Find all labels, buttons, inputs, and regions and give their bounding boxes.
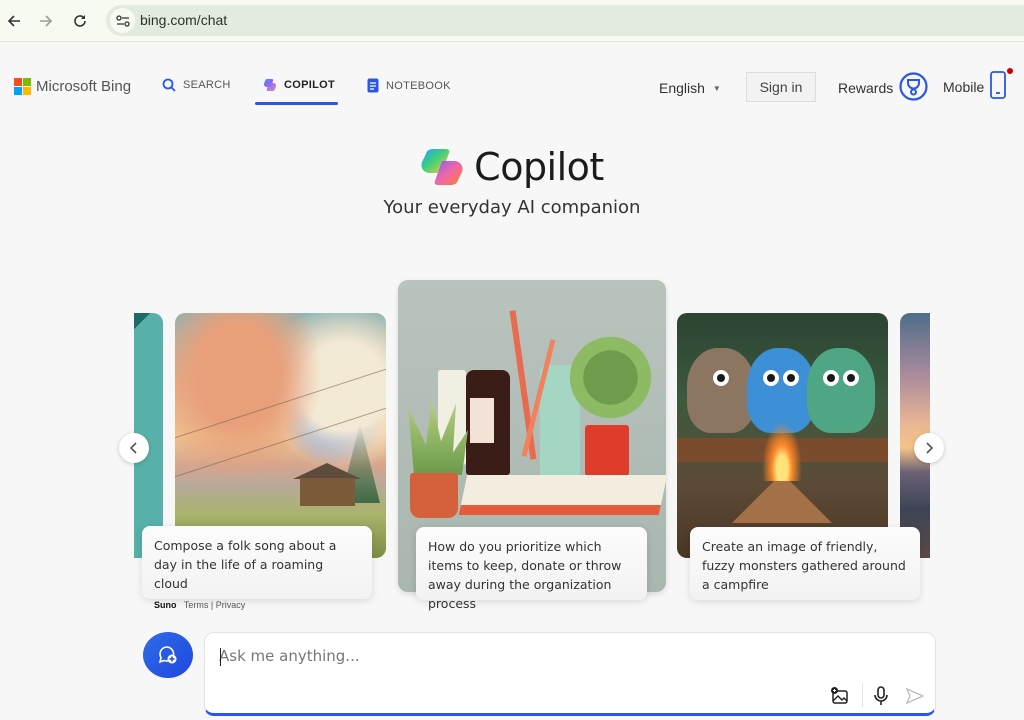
tab-notebook[interactable]: NOTEBOOK — [367, 78, 451, 93]
rewards-trophy-icon[interactable] — [899, 72, 928, 101]
prompt-card[interactable]: How do you prioritize which items to kee… — [416, 527, 647, 611]
arrow-right-icon — [40, 15, 53, 27]
prompt-text: Create an image of friendly, fuzzy monst… — [702, 539, 906, 592]
tab-copilot[interactable]: COPILOT — [263, 78, 335, 92]
prompt-card[interactable]: Compose a folk song about a day in the l… — [142, 526, 372, 610]
new-chat-icon — [158, 646, 177, 664]
microphone-icon — [874, 686, 888, 705]
carousel-card-image[interactable] — [677, 313, 888, 558]
send-button[interactable] — [904, 685, 926, 707]
copilot-icon — [263, 78, 277, 92]
brand-name: Microsoft Bing — [36, 78, 132, 95]
site-header: Microsoft Bing SEARCH COPILOT NOTEBOOK E… — [0, 43, 1024, 108]
pot-graphic — [410, 473, 458, 518]
reload-icon — [74, 15, 86, 27]
rewards-link[interactable]: Rewards — [838, 80, 893, 96]
mobile-link[interactable]: Mobile — [943, 79, 984, 95]
monster-graphic — [807, 348, 875, 433]
bing-logo[interactable]: Microsoft Bing — [14, 78, 131, 95]
microphone-button[interactable] — [870, 685, 892, 707]
active-tab-indicator — [255, 102, 338, 105]
chat-composer — [204, 632, 936, 716]
plant-graphic — [563, 330, 658, 425]
search-icon — [162, 78, 176, 92]
house-graphic — [300, 478, 355, 506]
send-icon — [906, 688, 924, 704]
fire-graphic — [762, 421, 802, 481]
microsoft-logo-icon — [14, 78, 31, 95]
copilot-logo-icon — [421, 149, 463, 185]
separator: | — [210, 600, 214, 610]
browser-toolbar: bing.com/chat — [0, 0, 1024, 42]
tab-label: NOTEBOOK — [386, 79, 451, 92]
notebook-icon — [367, 78, 379, 93]
chat-input[interactable] — [219, 647, 819, 665]
carousel-next-button[interactable] — [914, 433, 944, 463]
tune-icon — [115, 14, 130, 27]
toolbar-divider — [862, 683, 863, 707]
suno-brand: Suno — [154, 600, 177, 610]
language-label: English — [659, 80, 705, 96]
text-cursor — [220, 648, 221, 666]
site-info-button[interactable] — [110, 8, 135, 33]
book-graphic — [458, 475, 666, 515]
language-selector[interactable]: English ▼ — [659, 80, 721, 96]
bottle-label-graphic — [470, 398, 494, 443]
sign-in-button[interactable]: Sign in — [746, 72, 816, 102]
pot-graphic — [585, 425, 629, 480]
page-title: Copilot — [474, 145, 604, 189]
prompt-text: How do you prioritize which items to kee… — [428, 539, 622, 611]
house-roof-graphic — [293, 463, 361, 479]
arrow-left-icon — [7, 15, 20, 27]
page-subtitle: Your everyday AI companion — [383, 197, 641, 218]
notification-dot — [1007, 68, 1013, 74]
add-image-icon — [831, 687, 848, 704]
back-button[interactable] — [3, 10, 25, 32]
forward-button[interactable] — [35, 10, 57, 32]
address-bar[interactable]: bing.com/chat — [106, 5, 1024, 36]
toothbrush-graphic — [509, 310, 537, 460]
monster-graphic — [687, 348, 755, 433]
add-image-button[interactable] — [829, 685, 851, 707]
caret-down-icon: ▼ — [712, 83, 721, 93]
hero: Copilot Your everyday AI companion — [0, 145, 1024, 218]
tab-search[interactable]: SEARCH — [162, 78, 231, 92]
tab-label: SEARCH — [183, 79, 231, 91]
bottle-graphic — [466, 370, 510, 475]
privacy-link[interactable]: Privacy — [216, 600, 246, 610]
carousel-card-image[interactable] — [175, 313, 386, 558]
prompt-card[interactable]: Create an image of friendly, fuzzy monst… — [690, 527, 920, 600]
new-topic-button[interactable] — [143, 632, 193, 678]
carousel-prev-button[interactable] — [119, 433, 149, 463]
terms-link[interactable]: Terms — [184, 600, 209, 610]
chevron-right-icon — [926, 442, 934, 454]
tab-label: COPILOT — [284, 79, 335, 91]
chevron-left-icon — [129, 442, 137, 454]
card-attribution: Suno Terms | Privacy — [154, 596, 360, 615]
prompt-carousel: Compose a folk song about a day in the l… — [134, 275, 930, 615]
reload-button[interactable] — [69, 10, 91, 32]
mobile-phone-icon[interactable] — [990, 71, 1006, 99]
url-text[interactable]: bing.com/chat — [140, 12, 227, 28]
prompt-text: Compose a folk song about a day in the l… — [154, 538, 337, 591]
